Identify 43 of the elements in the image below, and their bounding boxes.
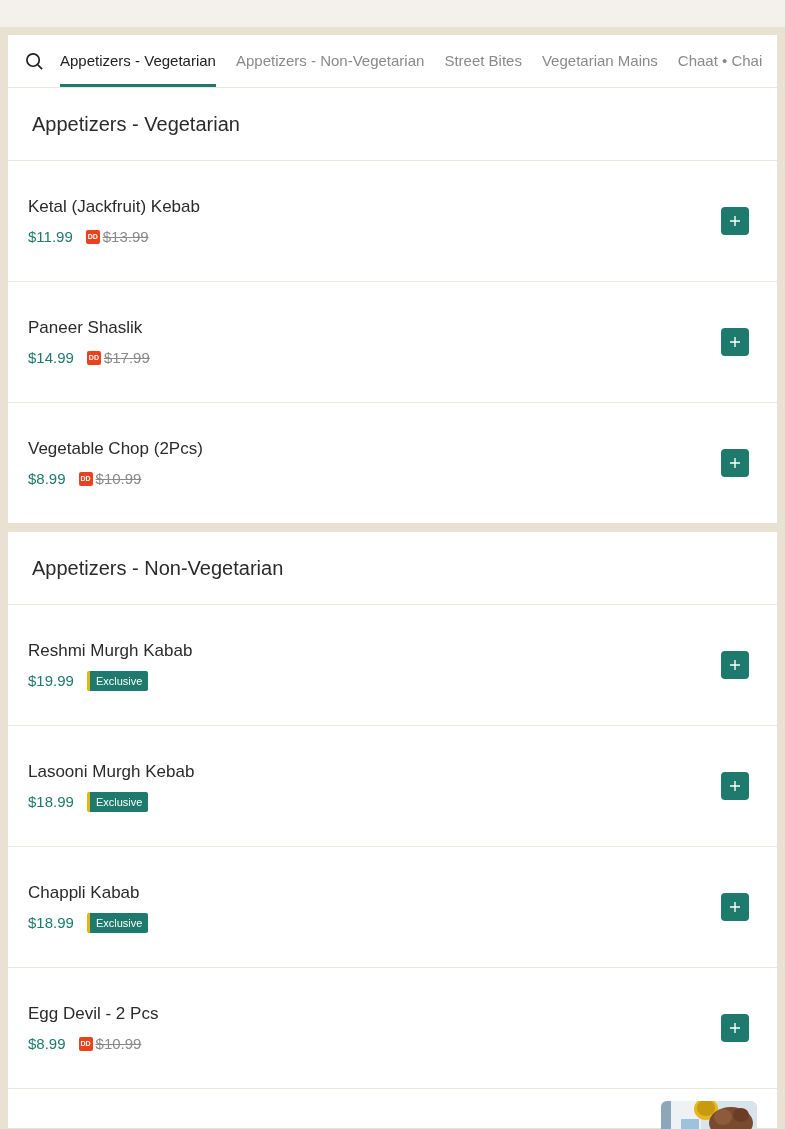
plus-icon	[730, 1023, 740, 1033]
plus-icon	[730, 902, 740, 912]
section-heading: Appetizers - Non-Vegetarian	[32, 556, 284, 581]
category-tab[interactable]: Street Bites	[444, 35, 522, 87]
add-button[interactable]	[721, 449, 749, 477]
price: $19.99	[28, 670, 74, 691]
search-icon	[24, 51, 44, 71]
original-price: $13.99	[102, 226, 149, 247]
dish-name: Ketal (Jackfruit) Kebab	[28, 196, 200, 218]
category-tab[interactable]: Appetizers - Vegetarian	[60, 35, 216, 87]
dish-name: Chappli Kabab	[28, 882, 141, 904]
dish-name: Vegetable Chop (2Pcs)	[28, 438, 203, 460]
category-tab[interactable]: Chaat • Chai	[677, 35, 763, 87]
price: $11.99	[28, 226, 73, 247]
dish-name: Reshmi Murgh Kabab	[28, 640, 193, 662]
plus-icon	[730, 458, 740, 468]
original-price: $10.99	[95, 468, 142, 489]
add-button[interactable]	[721, 651, 749, 679]
plus-icon	[730, 337, 740, 347]
add-button[interactable]	[721, 1014, 749, 1042]
category-tab[interactable]: Appetizers - Non-Vegetarian	[235, 35, 425, 87]
original-price: $10.99	[95, 1033, 142, 1054]
dish-name: Paneer Shaslik	[28, 317, 144, 339]
plus-icon	[730, 660, 740, 670]
exclusive-badge: Exclusive	[86, 912, 149, 933]
add-button[interactable]	[721, 207, 749, 235]
add-button[interactable]	[721, 772, 749, 800]
exclusive-badge: Exclusive	[86, 670, 149, 691]
price: $14.99	[28, 347, 74, 368]
dish-name: Lasooni Murgh Kebab	[28, 761, 195, 783]
price: $8.99	[28, 1033, 66, 1054]
category-tab[interactable]: Vegetarian Mains	[541, 35, 658, 87]
section-heading: Appetizers - Vegetarian	[32, 112, 240, 137]
exclusive-badge: Exclusive	[86, 791, 149, 812]
original-price: $17.99	[103, 347, 150, 368]
add-button[interactable]	[721, 328, 749, 356]
add-button[interactable]	[721, 893, 749, 921]
price: $18.99	[28, 791, 74, 812]
plus-icon	[730, 781, 740, 791]
plus-icon	[730, 216, 740, 226]
dish-name: Egg Devil - 2 Pcs	[28, 1003, 159, 1025]
price: $8.99	[28, 468, 66, 489]
price: $18.99	[28, 912, 74, 933]
